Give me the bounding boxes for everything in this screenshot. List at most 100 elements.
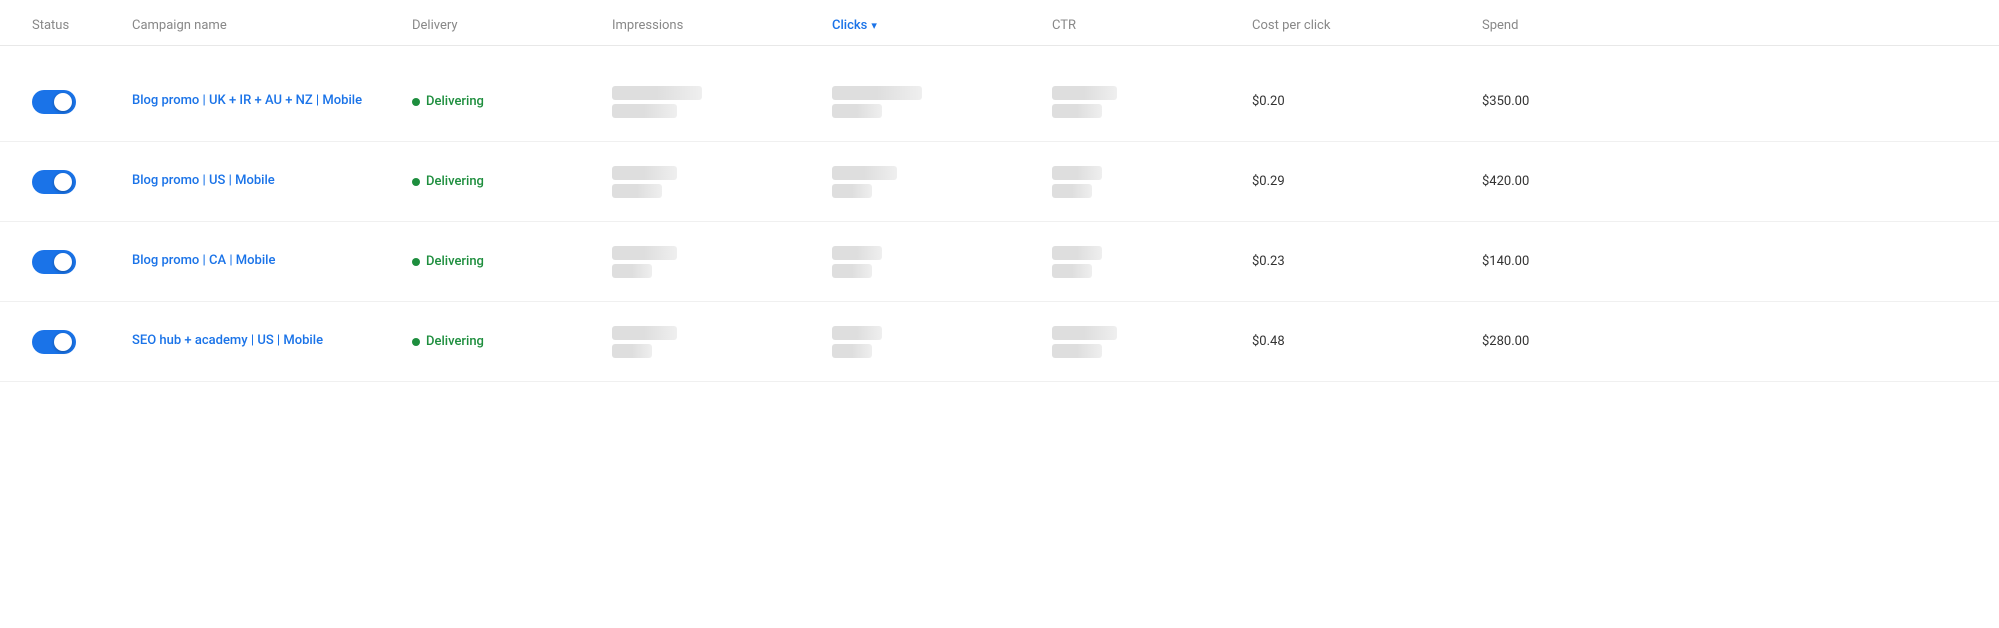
blur-line-5 — [1052, 86, 1117, 100]
campaign-name-cell-3: Blog promo | CA | Mobile — [124, 236, 404, 286]
clicks-blur-3 — [832, 246, 1036, 278]
ctr-blur-4 — [1052, 326, 1236, 358]
blur-line-8 — [612, 184, 662, 198]
clicks-blur-4 — [832, 326, 1036, 358]
blur-line-3 — [832, 86, 922, 100]
top-spacer — [0, 46, 1999, 62]
spend-cell-3: $140.00 — [1474, 238, 1624, 285]
ctr-blur-1 — [1052, 86, 1236, 118]
clicks-blur-2 — [832, 166, 1036, 198]
ctr-cell-1 — [1044, 70, 1244, 134]
blur-line-1 — [612, 86, 702, 100]
blur-line-24 — [1052, 344, 1102, 358]
blur-line-9 — [832, 166, 897, 180]
campaign-name-cell-2: Blog promo | US | Mobile — [124, 156, 404, 206]
status-dot-1 — [412, 98, 420, 106]
header-impressions[interactable]: Impressions — [604, 18, 824, 33]
blur-line-13 — [612, 246, 677, 260]
blur-line-20 — [612, 344, 652, 358]
delivery-cell-4: Delivering — [404, 318, 604, 365]
clicks-cell-2 — [824, 150, 1044, 214]
ctr-blur-2 — [1052, 166, 1236, 198]
toggle-thumb-1 — [54, 93, 72, 111]
status-dot-3 — [412, 258, 420, 266]
header-spend[interactable]: Spend — [1474, 18, 1624, 33]
status-toggle-1[interactable] — [32, 90, 76, 114]
delivery-status-2: Delivering — [412, 174, 596, 189]
status-cell-3 — [24, 234, 124, 290]
delivery-label-3: Delivering — [426, 254, 484, 269]
impressions-blur-4 — [612, 326, 816, 358]
impressions-blur-2 — [612, 166, 816, 198]
blur-line-15 — [832, 246, 882, 260]
delivery-status-1: Delivering — [412, 94, 596, 109]
header-clicks[interactable]: Clicks ▾ — [824, 18, 1044, 33]
table-row: Blog promo | UK + IR + AU + NZ | Mobile … — [0, 62, 1999, 142]
blur-line-19 — [612, 326, 677, 340]
spend-cell-4: $280.00 — [1474, 318, 1624, 365]
delivery-cell-2: Delivering — [404, 158, 604, 205]
cpc-cell-4: $0.48 — [1244, 318, 1474, 365]
impressions-cell-4 — [604, 310, 824, 374]
blur-line-4 — [832, 104, 882, 118]
ctr-cell-4 — [1044, 310, 1244, 374]
cpc-cell-2: $0.29 — [1244, 158, 1474, 205]
blur-line-2 — [612, 104, 677, 118]
blur-line-6 — [1052, 104, 1102, 118]
table-row: SEO hub + academy | US | Mobile Deliveri… — [0, 302, 1999, 382]
toggle-track-4 — [32, 330, 76, 354]
blur-line-16 — [832, 264, 872, 278]
blur-line-14 — [612, 264, 652, 278]
clicks-cell-1 — [824, 70, 1044, 134]
table-header: Status Campaign name Delivery Impression… — [0, 0, 1999, 46]
blur-line-17 — [1052, 246, 1102, 260]
toggle-thumb-4 — [54, 333, 72, 351]
campaign-name-1[interactable]: Blog promo | UK + IR + AU + NZ | Mobile — [132, 92, 396, 110]
blur-line-12 — [1052, 184, 1092, 198]
cpc-cell-3: $0.23 — [1244, 238, 1474, 285]
blur-line-10 — [832, 184, 872, 198]
header-status[interactable]: Status — [24, 18, 124, 33]
delivery-label-1: Delivering — [426, 94, 484, 109]
status-toggle-2[interactable] — [32, 170, 76, 194]
delivery-cell-1: Delivering — [404, 78, 604, 125]
campaign-name-2[interactable]: Blog promo | US | Mobile — [132, 172, 396, 190]
table-row: Blog promo | US | Mobile Delivering — [0, 142, 1999, 222]
cpc-cell-1: $0.20 — [1244, 78, 1474, 125]
delivery-label-2: Delivering — [426, 174, 484, 189]
header-delivery[interactable]: Delivery — [404, 18, 604, 33]
campaign-name-3[interactable]: Blog promo | CA | Mobile — [132, 252, 396, 270]
sort-arrow-icon: ▾ — [871, 19, 877, 32]
header-cost-per-click[interactable]: Cost per click — [1244, 18, 1474, 33]
campaign-name-cell-1: Blog promo | UK + IR + AU + NZ | Mobile — [124, 76, 404, 126]
impressions-cell-2 — [604, 150, 824, 214]
blur-line-7 — [612, 166, 677, 180]
status-toggle-4[interactable] — [32, 330, 76, 354]
campaign-name-4[interactable]: SEO hub + academy | US | Mobile — [132, 332, 396, 350]
campaigns-table: Status Campaign name Delivery Impression… — [0, 0, 1999, 628]
spend-cell-2: $420.00 — [1474, 158, 1624, 205]
campaign-name-cell-4: SEO hub + academy | US | Mobile — [124, 316, 404, 366]
blur-line-18 — [1052, 264, 1092, 278]
impressions-blur-1 — [612, 86, 816, 118]
toggle-track-2 — [32, 170, 76, 194]
blur-line-22 — [832, 344, 872, 358]
clicks-cell-3 — [824, 230, 1044, 294]
ctr-cell-3 — [1044, 230, 1244, 294]
clicks-cell-4 — [824, 310, 1044, 374]
status-cell-1 — [24, 74, 124, 130]
delivery-label-4: Delivering — [426, 334, 484, 349]
toggle-track-1 — [32, 90, 76, 114]
blur-line-11 — [1052, 166, 1102, 180]
table-row: Blog promo | CA | Mobile Delivering — [0, 222, 1999, 302]
toggle-track-3 — [32, 250, 76, 274]
toggle-thumb-3 — [54, 253, 72, 271]
impressions-cell-3 — [604, 230, 824, 294]
impressions-blur-3 — [612, 246, 816, 278]
header-campaign-name[interactable]: Campaign name — [124, 18, 404, 33]
header-ctr[interactable]: CTR — [1044, 18, 1244, 33]
spend-cell-1: $350.00 — [1474, 78, 1624, 125]
ctr-cell-2 — [1044, 150, 1244, 214]
status-dot-4 — [412, 338, 420, 346]
status-toggle-3[interactable] — [32, 250, 76, 274]
